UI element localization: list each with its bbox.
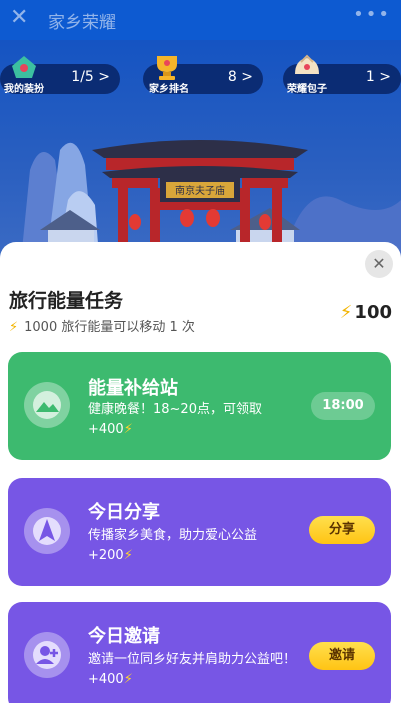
task-desc-text: 邀请一位同乡好友并肩助力公益吧！	[88, 652, 297, 667]
stat-value: 1/5 >	[71, 69, 110, 85]
stat-glory-bun[interactable]: 荣耀包子 1 >	[283, 54, 401, 95]
claim-time-button[interactable]: 18:00	[311, 392, 375, 420]
task-desc-text: 传播家乡美食，助力爱心公益	[88, 528, 258, 543]
task-reward: +400	[88, 672, 124, 687]
trophy-icon	[157, 56, 177, 80]
bun-icon	[295, 54, 319, 74]
stat-label: 家乡排名	[149, 84, 189, 95]
stat-my-costume[interactable]: 我的装扮 1/5 >	[0, 56, 120, 95]
task-name: 今日分享	[88, 502, 160, 523]
stat-label: 我的装扮	[4, 84, 44, 95]
task-desc-text: 健康晚餐！18~20点，可领取	[88, 402, 262, 417]
top-bar: ✕ 家乡荣耀 •••	[0, 0, 401, 40]
lightning-icon: ⚡	[123, 422, 133, 437]
task-name: 今日邀请	[88, 626, 160, 647]
stat-home-rank[interactable]: 家乡排名 8 >	[143, 56, 263, 95]
gate-plaque-text: 南京夫子庙	[175, 184, 225, 197]
lightning-icon: ⚡	[339, 302, 353, 323]
energy-task-sheet: ✕ 旅行能量任务 ⚡ 1000 旅行能量可以移动 1 次 ⚡ 100 能量补给站 健…	[0, 242, 401, 703]
task-name: 能量补给站	[88, 378, 178, 399]
task-reward: +400	[88, 422, 124, 437]
lightning-icon: ⚡	[9, 320, 19, 335]
stat-value: 1 >	[365, 69, 391, 85]
task-card-energy-supply: 能量补给站 健康晚餐！18~20点，可领取 +400⚡ 18:00	[8, 352, 391, 460]
task-desc: 邀请一位同乡好友并肩助力公益吧！ +400⚡	[88, 650, 308, 690]
task-card-invite: 今日邀请 邀请一位同乡好友并肩助力公益吧！ +400⚡ 邀请	[8, 602, 391, 703]
task-reward: +200	[88, 548, 124, 563]
task-card-share: 今日分享 传播家乡美食，助力爱心公益 +200⚡ 分享	[8, 478, 391, 586]
stat-label: 荣耀包子	[287, 84, 327, 95]
energy-total: ⚡ 100	[340, 302, 392, 323]
lightning-icon: ⚡	[123, 548, 133, 563]
more-icon[interactable]: •••	[353, 4, 391, 25]
stat-value: 8 >	[227, 69, 253, 85]
add-friend-icon	[24, 632, 70, 678]
costume-icon	[12, 56, 36, 78]
mountain-icon	[24, 382, 70, 428]
energy-total-value: 100	[354, 302, 392, 323]
share-button[interactable]: 分享	[309, 516, 375, 544]
task-desc: 传播家乡美食，助力爱心公益 +200⚡	[88, 526, 308, 566]
hero-banner: 我的装扮 1/5 > 家乡排名 8 > 荣耀包子 1 > 南京夫子庙	[0, 40, 401, 270]
sheet-title: 旅行能量任务	[9, 290, 124, 312]
page-title: 家乡荣耀	[48, 13, 116, 33]
invite-button[interactable]: 邀请	[309, 642, 375, 670]
task-desc: 健康晚餐！18~20点，可领取 +400⚡	[88, 400, 308, 440]
lightning-icon: ⚡	[123, 672, 133, 687]
close-icon[interactable]: ✕	[365, 250, 393, 278]
sheet-subtitle: ⚡ 1000 旅行能量可以移动 1 次	[9, 316, 195, 335]
subtitle-text: 1000 旅行能量可以移动 1 次	[24, 320, 195, 335]
paper-plane-icon	[24, 508, 70, 554]
close-icon[interactable]: ✕	[10, 6, 28, 30]
